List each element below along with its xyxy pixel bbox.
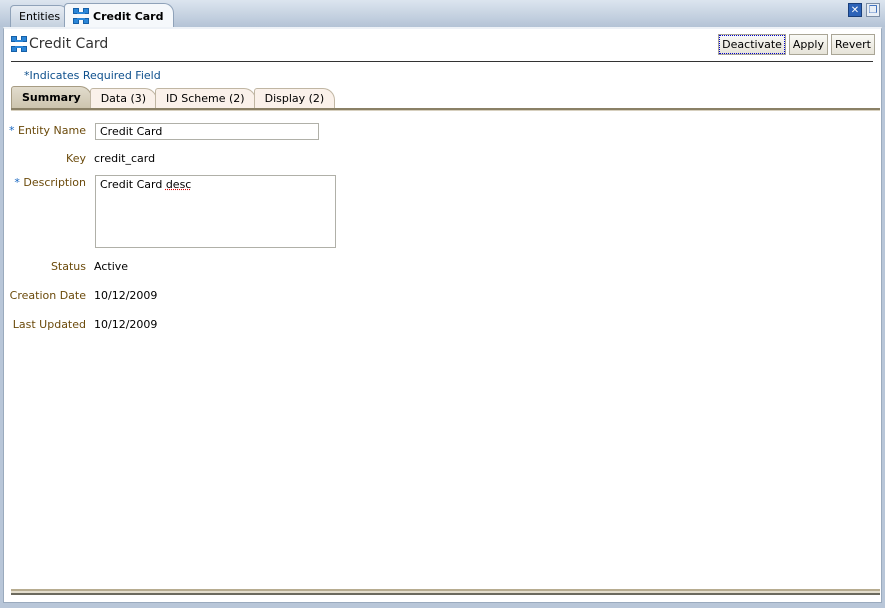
entity-panel: Credit Card Deactivate Apply Revert *Ind… bbox=[3, 27, 882, 603]
entity-name-input[interactable] bbox=[95, 123, 319, 140]
tab-data[interactable]: Data (3) bbox=[89, 88, 158, 108]
tab-id-scheme[interactable]: ID Scheme (2) bbox=[155, 88, 256, 108]
creation-date-label: Creation Date bbox=[9, 289, 86, 302]
status-label: Status bbox=[50, 260, 86, 273]
required-star: * bbox=[14, 176, 20, 189]
close-icon[interactable]: ✕ bbox=[848, 3, 862, 17]
last-updated-label: Last Updated bbox=[12, 318, 86, 331]
required-star: * bbox=[8, 124, 15, 137]
key-value: credit_card bbox=[94, 152, 156, 165]
action-toolbar: Deactivate Apply Revert bbox=[718, 34, 875, 55]
label-text: Description bbox=[23, 176, 86, 189]
tab-summary[interactable]: Summary bbox=[11, 86, 92, 108]
creation-date-value: 10/12/2009 bbox=[94, 289, 158, 302]
entity-icon bbox=[73, 8, 89, 24]
entity-name-label: * Entity Name bbox=[4, 124, 86, 137]
restore-icon[interactable]: ❐ bbox=[866, 3, 880, 17]
apply-button[interactable]: Apply bbox=[788, 34, 828, 55]
revert-button[interactable]: Revert bbox=[830, 34, 875, 55]
window-tab-label: Credit Card bbox=[93, 9, 164, 23]
window-tab-entities[interactable]: Entities bbox=[10, 5, 70, 27]
window-tab-strip: Entities Credit Card ✕ ❐ bbox=[0, 0, 885, 28]
misspelled-word: desc bbox=[165, 178, 192, 191]
page-title-text: Credit Card bbox=[29, 36, 109, 52]
deactivate-button[interactable]: Deactivate bbox=[718, 34, 786, 55]
window-tab-credit-card[interactable]: Credit Card bbox=[64, 3, 174, 28]
key-label: Key bbox=[66, 152, 86, 165]
description-text: Credit Card bbox=[100, 178, 166, 191]
last-updated-value: 10/12/2009 bbox=[94, 318, 158, 331]
tab-display[interactable]: Display (2) bbox=[253, 88, 336, 108]
description-label: * Description bbox=[4, 176, 86, 189]
bottom-divider bbox=[11, 589, 880, 595]
subtab-bar: Summary Data (3) ID Scheme (2) Display (… bbox=[11, 86, 336, 108]
entity-icon bbox=[11, 36, 27, 52]
description-textarea[interactable]: Credit Card desc bbox=[95, 175, 336, 248]
label-text: Entity Name bbox=[17, 124, 86, 137]
window-tab-label: Entities bbox=[19, 10, 61, 23]
page-title: Credit Card bbox=[11, 36, 108, 52]
title-divider bbox=[11, 61, 873, 62]
status-value: Active bbox=[94, 260, 129, 273]
subtab-divider bbox=[11, 108, 880, 111]
required-field-note: *Indicates Required Field bbox=[24, 69, 161, 82]
